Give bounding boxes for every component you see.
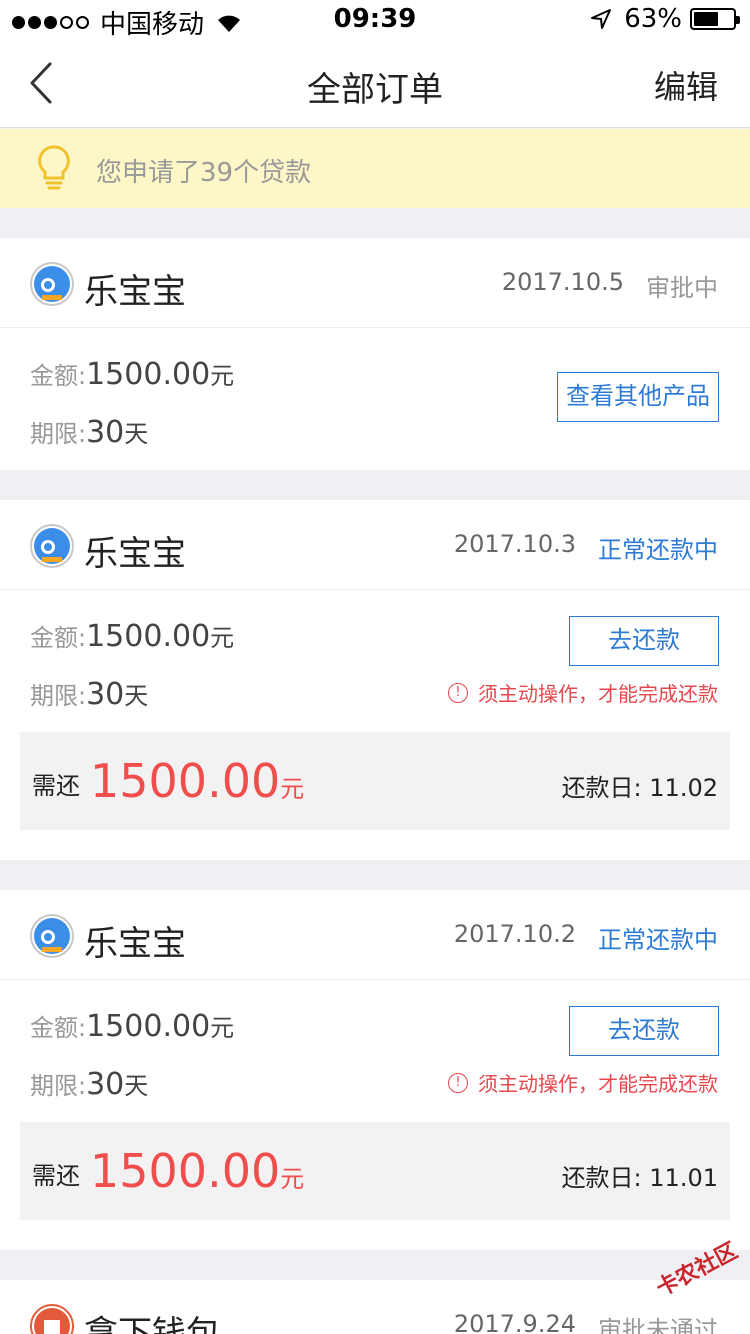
status-badge: 正常还款中 [598,926,718,954]
product-name: 乐宝宝 [84,272,186,312]
order-card: 乐宝宝 2017.10.5 审批中 金额:1500.00元 期限:30天 查看其… [0,238,750,470]
amount-value: 1500.00 [86,619,211,654]
term-row: 期限:30天 [30,415,149,450]
repay-button[interactable]: 去还款 [569,1006,719,1056]
amount-value: 1500.00 [86,1009,211,1044]
amount-row: 金额:1500.00元 [30,1009,235,1044]
status-badge: 审批未通过 [598,1316,718,1334]
repay-date: 还款日: 11.02 [561,774,718,802]
amount-row: 金额:1500.00元 [30,357,235,392]
product-logo-icon [30,524,74,568]
product-logo-icon [30,1304,74,1334]
location-arrow-icon [591,9,612,29]
term-value: 30 [86,677,125,712]
product-name: 拿下钱包 [84,1314,220,1334]
battery-icon [690,8,740,30]
status-bar: 中国移动 09:39 63% [0,0,750,40]
amount-row: 金额:1500.00元 [30,619,235,654]
order-card: 乐宝宝 2017.10.3 正常还款中 金额:1500.00元 期限:30天 去… [0,500,750,860]
page-title: 全部订单 [307,70,443,110]
order-card: 乐宝宝 2017.10.2 正常还款中 金额:1500.00元 期限:30天 去… [0,890,750,1250]
term-row: 期限:30天 [30,1067,149,1102]
product-name: 乐宝宝 [84,924,186,964]
navigation-bar: 全部订单 编辑 [0,40,750,128]
due-amount: 1500.00元 [90,1144,305,1198]
term-value: 30 [86,415,125,450]
status-badge: 审批中 [646,274,718,302]
product-logo-icon [30,262,74,306]
term-row: 期限:30天 [30,677,149,712]
product-logo-icon [30,914,74,958]
order-card: 拿下钱包 2017.9.24 审批未通过 [0,1280,750,1334]
order-date: 2017.10.5 [501,268,624,296]
order-date: 2017.10.3 [453,530,576,558]
product-name: 乐宝宝 [84,534,186,574]
due-summary: 需还 1500.00元 还款日: 11.01 [20,1122,730,1220]
repay-button[interactable]: 去还款 [569,616,719,666]
due-summary: 需还 1500.00元 还款日: 11.02 [20,732,730,830]
due-amount: 1500.00元 [90,754,305,808]
edit-button[interactable]: 编辑 [654,62,718,108]
status-badge: 正常还款中 [598,536,718,564]
order-header[interactable]: 拿下钱包 2017.9.24 审批未通过 [0,1280,750,1334]
order-header[interactable]: 乐宝宝 2017.10.3 正常还款中 [0,500,750,590]
due-label: 需还 [32,1162,80,1190]
repay-date: 还款日: 11.01 [561,1164,718,1192]
warning-circle-icon: ! [448,682,468,703]
loan-count-notice: 您申请了39个贷款 [0,129,750,208]
warning-circle-icon: ! [448,1072,468,1093]
battery-percent: 63% [624,4,682,34]
lightbulb-icon [38,145,70,190]
repay-warning: ! 须主动操作，才能完成还款 [448,678,718,707]
order-date: 2017.9.24 [453,1310,576,1334]
amount-value: 1500.00 [86,357,211,392]
term-value: 30 [86,1067,125,1102]
order-header[interactable]: 乐宝宝 2017.10.2 正常还款中 [0,890,750,980]
repay-warning: ! 须主动操作，才能完成还款 [448,1068,718,1097]
order-date: 2017.10.2 [453,920,576,948]
notice-text: 您申请了39个贷款 [96,158,312,188]
view-other-products-button[interactable]: 查看其他产品 [557,372,719,422]
due-label: 需还 [32,772,80,800]
order-header[interactable]: 乐宝宝 2017.10.5 审批中 [0,238,750,328]
